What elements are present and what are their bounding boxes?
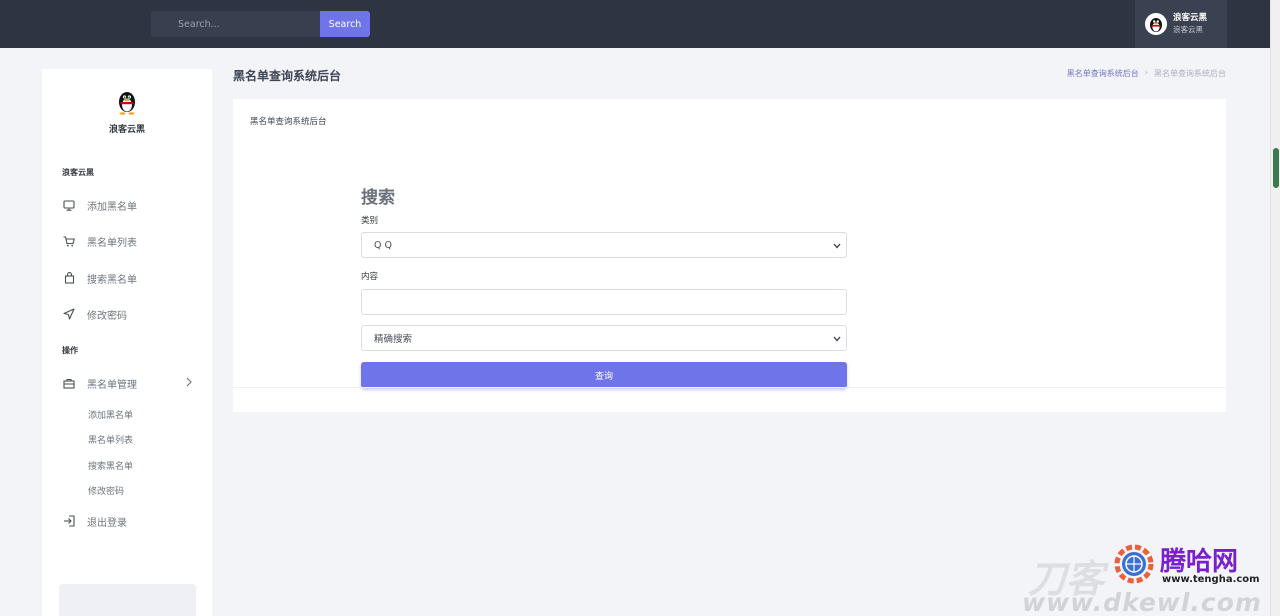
- search-form: Search: [151, 11, 370, 37]
- search-input[interactable]: [151, 11, 320, 37]
- penguin-logo-icon: [119, 92, 135, 115]
- category-label: 类别: [361, 216, 379, 226]
- search-card: 黑名单查询系统后台 搜索 类别 Q Q 内容 精确搜索 查询: [233, 99, 1226, 412]
- monitor-icon: [62, 198, 76, 212]
- sidebar-item-label: 黑名单列表: [87, 237, 137, 249]
- breadcrumb-separator: ›: [1144, 68, 1148, 77]
- breadcrumb: 黑名单查询系统后台 › 黑名单查询系统后台: [1067, 68, 1226, 79]
- card-subtitle: 黑名单查询系统后台: [250, 117, 327, 127]
- breadcrumb-link[interactable]: 黑名单查询系统后台: [1067, 68, 1139, 79]
- query-button[interactable]: 查询: [361, 362, 847, 388]
- sidebar-item-label: 添加黑名单: [87, 201, 137, 213]
- search-mode-select[interactable]: 精确搜索: [361, 325, 847, 351]
- sidebar-item-label: 搜索黑名单: [87, 274, 137, 286]
- user-role: 浪客云黑: [1173, 25, 1203, 34]
- submenu-item-blacklist-list[interactable]: 黑名单列表: [88, 433, 133, 446]
- brand-name: 浪客云黑: [108, 125, 145, 135]
- chevron-right-icon: [186, 377, 192, 390]
- cart-icon: [62, 234, 76, 248]
- sidebar-item-add-blacklist[interactable]: 添加黑名单: [62, 196, 202, 214]
- content-input[interactable]: [361, 289, 847, 315]
- breadcrumb-current: 黑名单查询系统后台: [1154, 69, 1226, 78]
- logout-icon: [62, 514, 76, 528]
- watermark-site-name: 腾哈网: [1160, 547, 1239, 577]
- submenu-item-search-blacklist[interactable]: 搜索黑名单: [88, 459, 133, 472]
- submenu-item-change-password[interactable]: 修改密码: [88, 484, 124, 497]
- sidebar: 浪客云黑 浪客云黑 添加黑名单 黑名单列表 搜索黑名单 修改密码 操作 黑名单管…: [42, 69, 212, 616]
- briefcase-icon: [62, 376, 76, 390]
- scrollbar-thumb[interactable]: [1273, 148, 1279, 188]
- sidebar-brand: 浪客云黑: [42, 89, 212, 135]
- menu-section-title: 操作: [62, 346, 78, 355]
- page-title: 黑名单查询系统后台: [233, 69, 342, 83]
- menu-section-title: 浪客云黑: [62, 168, 94, 177]
- sidebar-item-label: 退出登录: [87, 517, 127, 529]
- watermark-gear-icon: [1112, 542, 1156, 590]
- form-heading: 搜索: [361, 188, 395, 208]
- brand-logo: [116, 89, 138, 115]
- chevron-down-icon: [833, 241, 841, 252]
- sidebar-item-logout[interactable]: 退出登录: [62, 512, 202, 530]
- search-mode-selected-value: 精确搜索: [374, 334, 413, 345]
- penguin-icon: [1145, 13, 1167, 35]
- sidebar-item-blacklist-list[interactable]: 黑名单列表: [62, 232, 202, 250]
- category-select[interactable]: Q Q: [361, 232, 847, 258]
- sidebar-item-change-password[interactable]: 修改密码: [62, 305, 202, 323]
- sidebar-item-search-blacklist[interactable]: 搜索黑名单: [62, 269, 202, 287]
- avatar: [1145, 13, 1167, 35]
- watermark-bottom-text: www.dkewl.com: [1022, 588, 1262, 616]
- sidebar-item-blacklist-manage[interactable]: 黑名单管理: [62, 374, 202, 392]
- sidebar-promo-image: [59, 584, 196, 616]
- sidebar-item-label: 修改密码: [87, 310, 127, 322]
- content-label: 内容: [361, 272, 379, 282]
- watermark-site-url: www.tengha.com: [1162, 574, 1260, 585]
- user-menu[interactable]: 浪客云黑 浪客云黑: [1135, 0, 1227, 48]
- page-scrollbar[interactable]: [1270, 0, 1280, 616]
- card-divider: [233, 387, 1226, 388]
- submenu-item-add-blacklist[interactable]: 添加黑名单: [88, 408, 133, 421]
- chevron-down-icon: [833, 334, 841, 345]
- search-form-panel: 搜索 类别 Q Q 内容 精确搜索 查询: [361, 183, 847, 388]
- user-name: 浪客云黑: [1173, 13, 1208, 23]
- send-icon: [62, 307, 76, 321]
- top-navbar: Search 浪客云黑 浪客云黑: [0, 0, 1270, 48]
- bag-icon: [62, 271, 76, 285]
- category-selected-value: Q Q: [374, 239, 392, 251]
- search-button[interactable]: Search: [320, 11, 370, 37]
- sidebar-item-label: 黑名单管理: [87, 379, 137, 391]
